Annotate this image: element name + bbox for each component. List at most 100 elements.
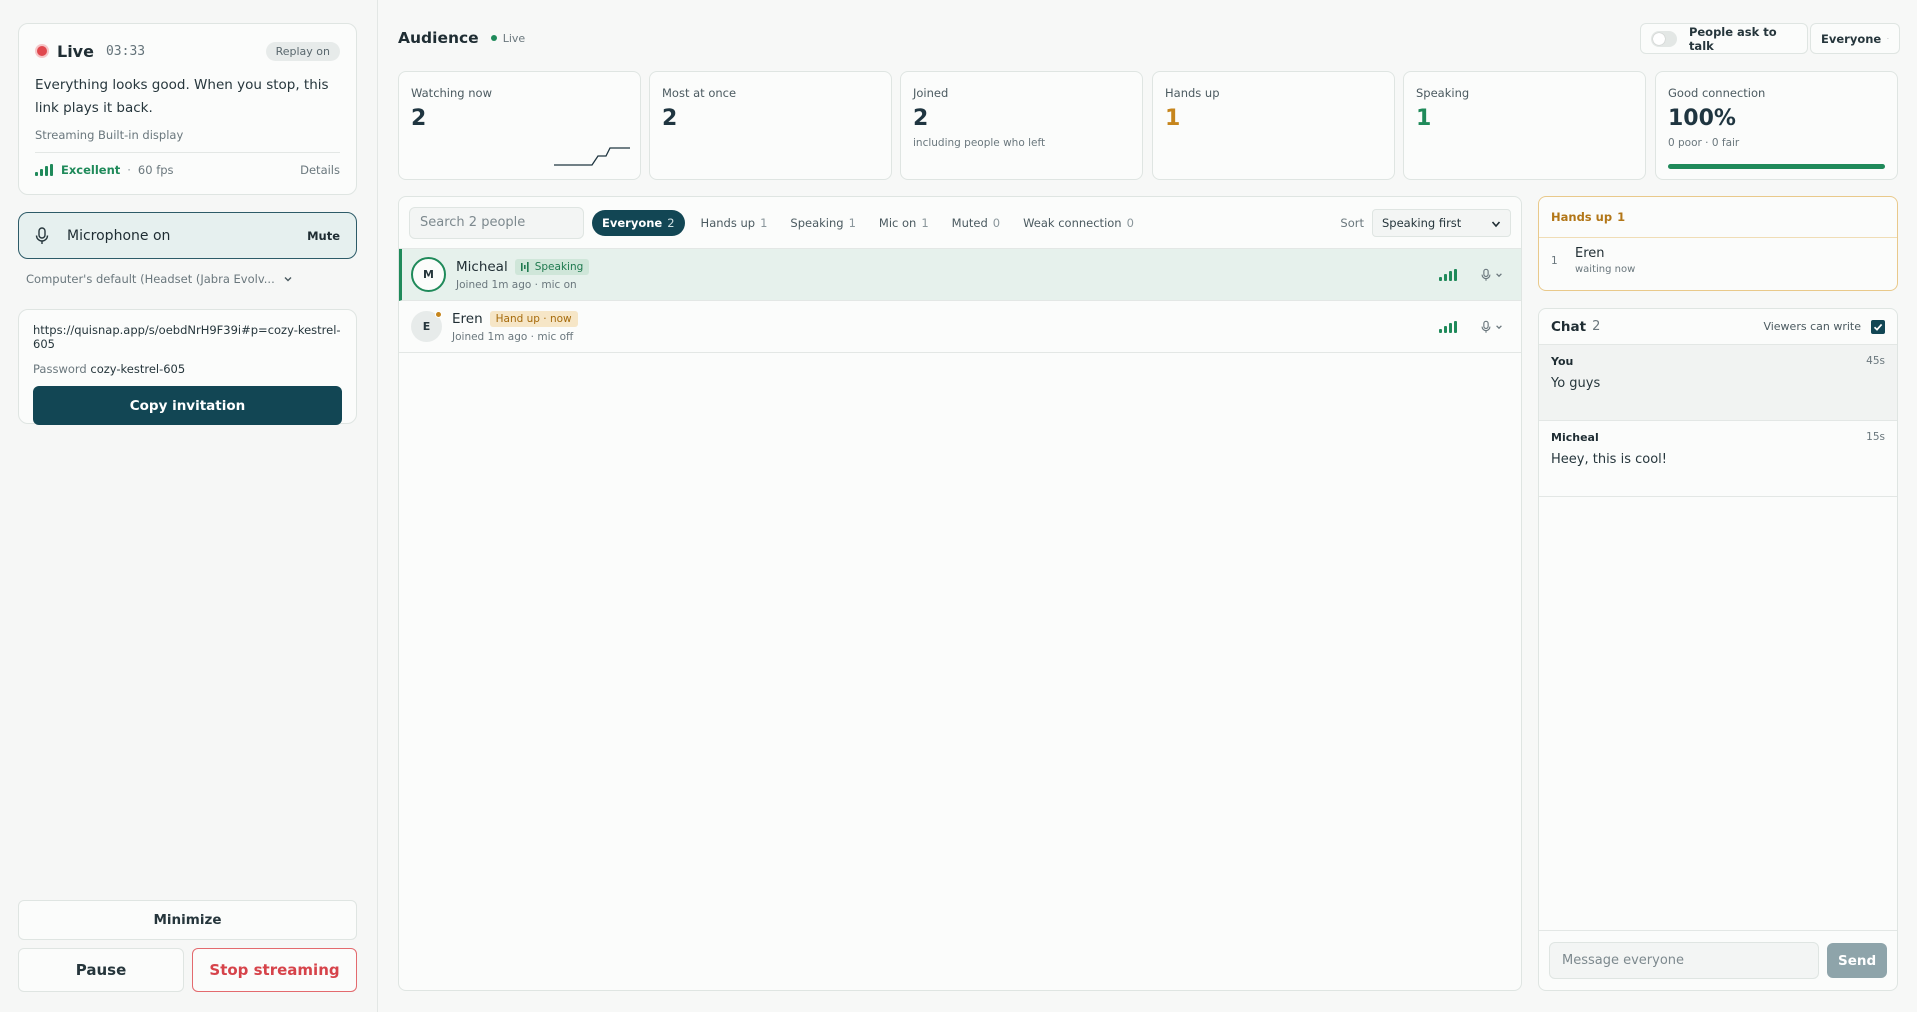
stat-label: Watching now: [411, 86, 492, 100]
list-item[interactable]: 1 Eren waiting now: [1539, 238, 1897, 283]
stat-watching-now: Watching now 2: [398, 71, 641, 180]
chat-composer: Send: [1539, 930, 1897, 990]
filter-count: 0: [992, 215, 1001, 230]
invite-card: https://quisnap.app/s/oebdNrH9F39i#p=coz…: [18, 309, 357, 425]
stat-sub: including people who left: [913, 137, 1046, 149]
microphone-icon: [1481, 268, 1491, 281]
password-label: Password: [33, 362, 87, 376]
person-meta: Joined 1m ago · mic off: [452, 330, 574, 343]
person-mic-control[interactable]: [1481, 320, 1503, 334]
hands-up-panel: Hands up 1 1 Eren waiting now: [1538, 196, 1898, 291]
hand-queue-number: 1: [1551, 254, 1558, 267]
stat-most-at-once: Most at once 2: [649, 71, 892, 180]
table-row[interactable]: E Eren Hand up · now Joined 1m ago · mic…: [399, 301, 1521, 353]
filter-speaking[interactable]: Speaking 1: [783, 210, 863, 236]
filter-label: Mic on: [878, 215, 917, 230]
viewers-can-write-checkbox[interactable]: [1871, 319, 1885, 334]
stat-hands-up: Hands up 1: [1152, 71, 1395, 180]
invite-password-row: Password cozy-kestrel-605: [33, 362, 342, 376]
message-text: Yo guys: [1551, 376, 1601, 391]
audio-device-select[interactable]: Computer's default (Headset (Jabra Evolv…: [26, 272, 293, 286]
sort-value: Speaking first: [1382, 215, 1462, 230]
stop-streaming-button[interactable]: Stop streaming: [192, 948, 357, 992]
filter-everyone[interactable]: Everyone 2: [592, 209, 685, 236]
audio-wave-icon: [520, 261, 529, 272]
speaking-badge-label: Speaking: [534, 260, 584, 273]
stat-label: Most at once: [662, 86, 737, 100]
stat-value: 1: [1416, 106, 1432, 131]
chat-panel: Chat 2 Viewers can write You 45s Yo guys…: [1538, 308, 1898, 991]
toggle-switch-icon[interactable]: [1651, 30, 1677, 47]
stat-speaking: Speaking 1: [1403, 71, 1646, 180]
send-button[interactable]: Send: [1827, 943, 1887, 978]
sort-label: Sort: [1340, 215, 1364, 230]
chat-message: You 45s Yo guys: [1539, 345, 1897, 421]
stat-value: 2: [411, 106, 427, 131]
mute-button[interactable]: Mute: [307, 229, 340, 243]
viewers-can-write-toggle[interactable]: Viewers can write: [1763, 319, 1885, 334]
message-author: You: [1551, 355, 1574, 368]
audience-scope-select[interactable]: Everyone: [1810, 23, 1900, 54]
ask-to-talk-label: People ask to talk: [1688, 24, 1777, 53]
chat-title: Chat: [1551, 318, 1587, 335]
people-toolbar: Everyone 2 Hands up 1 Speaking 1 Mic on …: [399, 197, 1521, 249]
message-time: 15s: [1866, 431, 1885, 443]
microphone-toggle[interactable]: Microphone on Mute: [18, 212, 357, 259]
person-mic-control[interactable]: [1481, 268, 1503, 282]
microphone-label: Microphone on: [67, 227, 171, 244]
stat-good-connection: Good connection 100% 0 poor · 0 fair: [1655, 71, 1898, 180]
person-name: Eren: [452, 310, 483, 327]
table-row[interactable]: M Micheal Speaking Joined 1m ago · mic o…: [399, 249, 1521, 301]
people-ask-to-talk-toggle[interactable]: People ask to talk: [1640, 23, 1808, 54]
live-timer: 03:33: [105, 43, 146, 59]
quality-label: Excellent: [61, 163, 121, 177]
sidebar: Live 03:33 Replay on Everything looks go…: [0, 0, 378, 1012]
stat-value: 100%: [1668, 106, 1736, 131]
stat-value: 2: [662, 106, 678, 131]
filter-weak-connection[interactable]: Weak connection 0: [1016, 210, 1141, 236]
hands-up-header: Hands up 1: [1539, 197, 1897, 238]
sort-control: Sort Speaking first: [1340, 208, 1511, 237]
details-link[interactable]: Details: [300, 163, 340, 177]
invite-url[interactable]: https://quisnap.app/s/oebdNrH9F39i#p=coz…: [33, 323, 342, 351]
audience-live-indicator: Live: [490, 32, 525, 45]
audience-title: Audience Live: [398, 29, 525, 47]
people-search-input[interactable]: [409, 206, 584, 239]
stat-label: Speaking: [1416, 86, 1470, 100]
connection-progress-bar: [1668, 164, 1885, 169]
microphone-icon: [1481, 320, 1491, 333]
avatar-initial: E: [422, 320, 431, 333]
person-name: Micheal: [456, 258, 508, 275]
stat-value: 2: [913, 106, 929, 131]
people-panel: Everyone 2 Hands up 1 Speaking 1 Mic on …: [398, 196, 1522, 991]
quality-separator: ·: [127, 163, 131, 177]
filter-count: 0: [1126, 215, 1134, 230]
sort-select[interactable]: Speaking first: [1372, 208, 1511, 237]
connection-progress-fill: [1668, 164, 1885, 169]
live-indicator-icon: [35, 44, 49, 58]
filter-muted[interactable]: Muted 0: [945, 210, 1007, 236]
message-text: Heey, this is cool!: [1551, 452, 1667, 467]
filter-count: 2: [667, 215, 675, 230]
viewers-can-write-label: Viewers can write: [1763, 320, 1861, 333]
message-time: 45s: [1866, 355, 1885, 367]
chat-count: 2: [1592, 319, 1601, 334]
copy-invitation-button[interactable]: Copy invitation: [33, 386, 342, 425]
speaking-badge: Speaking: [514, 258, 590, 275]
signal-strength-icon: [1439, 268, 1457, 281]
audience-scope-label: Everyone: [1821, 31, 1882, 46]
password-value: cozy-kestrel-605: [90, 362, 186, 376]
chevron-down-icon: [1496, 272, 1502, 277]
filter-hands-up[interactable]: Hands up 1: [694, 210, 775, 236]
chat-message-input[interactable]: [1549, 942, 1820, 979]
filter-mic-on[interactable]: Mic on 1: [872, 210, 936, 236]
live-status-card: Live 03:33 Replay on Everything looks go…: [18, 23, 357, 195]
chevron-down-icon: [1496, 324, 1502, 329]
minimize-button[interactable]: Minimize: [18, 900, 357, 940]
pause-button[interactable]: Pause: [18, 948, 184, 992]
signal-strength-icon: [35, 164, 53, 176]
replay-badge: Replay on: [265, 41, 340, 61]
live-label: Live: [57, 41, 94, 61]
filter-label: Speaking: [790, 215, 844, 230]
audio-device-label: Computer's default (Headset (Jabra Evolv…: [26, 272, 275, 286]
